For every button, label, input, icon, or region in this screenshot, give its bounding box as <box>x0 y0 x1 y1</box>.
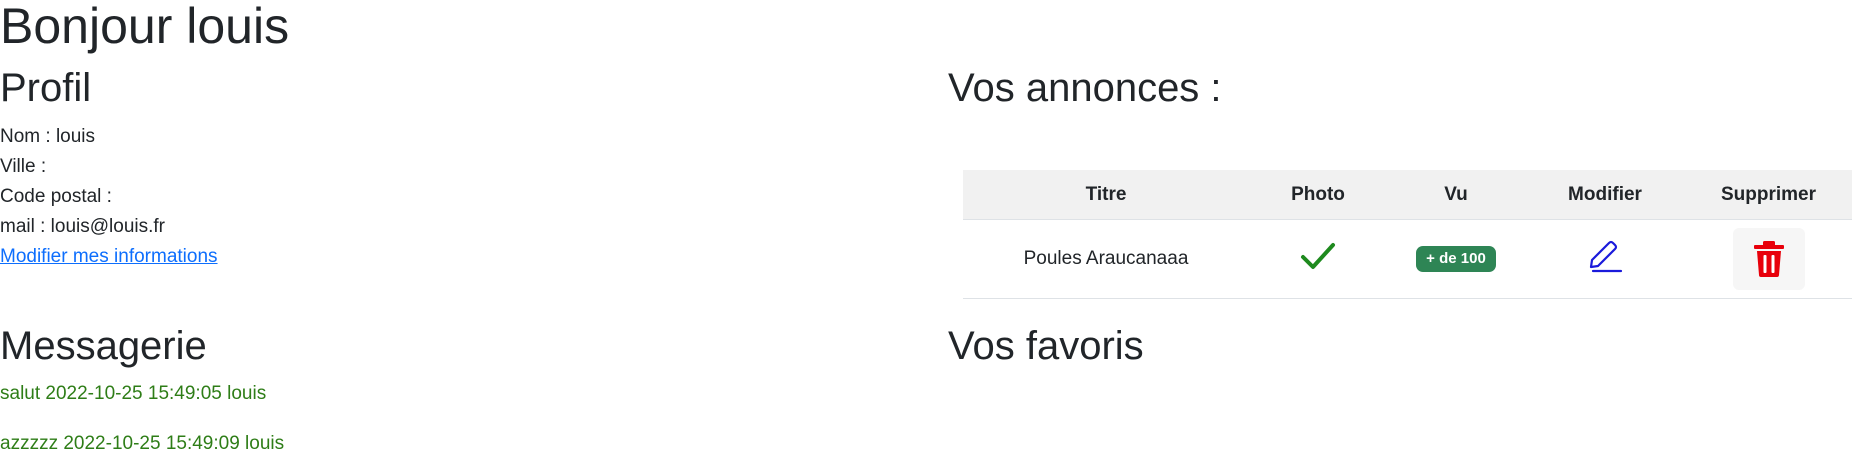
views-badge: + de 100 <box>1416 246 1496 272</box>
annonce-photo-cell <box>1249 219 1387 299</box>
profile-details: Nom : louis Ville : Code postal : mail :… <box>0 122 900 272</box>
annonce-vu-cell: + de 100 <box>1387 219 1525 299</box>
favoris-heading: Vos favoris <box>948 324 1144 368</box>
check-icon <box>1301 243 1335 269</box>
message-item: azzzzz 2022-10-25 15:49:09 louis <box>0 433 285 454</box>
favoris-section: Vos favoris <box>948 322 1144 370</box>
messagerie-section: Messagerie salut 2022-10-25 15:49:05 lou… <box>0 322 284 458</box>
edit-annonce-button[interactable] <box>1587 239 1623 279</box>
page: Bonjour louis Profil Nom : louis Ville :… <box>0 0 1861 472</box>
annonces-heading: Vos annonces : <box>948 66 1222 110</box>
profile-mail: mail : louis@louis.fr <box>0 216 165 237</box>
column-header-supprimer: Supprimer <box>1685 170 1852 220</box>
table-row: Poules Araucanaaa + de 100 <box>963 219 1852 299</box>
greeting-title: Bonjour louis <box>0 0 290 54</box>
message-item: salut 2022-10-25 15:49:05 louis <box>0 383 267 404</box>
profile-heading: Profil <box>0 66 92 110</box>
profile-postal-code: Code postal : <box>0 186 112 207</box>
edit-profile-link[interactable]: Modifier mes informations <box>0 242 218 272</box>
profile-name: Nom : louis <box>0 126 96 147</box>
annonce-modifier-cell <box>1525 219 1685 299</box>
annonces-table: Titre Photo Vu Modifier Supprimer Poules… <box>963 170 1852 299</box>
messagerie-heading: Messagerie <box>0 324 207 368</box>
pencil-icon <box>1589 240 1623 273</box>
column-header-modifier: Modifier <box>1525 170 1685 220</box>
message-list: salut 2022-10-25 15:49:05 louis azzzzz 2… <box>0 380 284 458</box>
column-header-titre: Titre <box>963 170 1249 220</box>
right-column: Vos annonces : Titre Photo Vu Modifier S… <box>948 64 1861 368</box>
trash-icon <box>1753 241 1784 277</box>
delete-annonce-button[interactable] <box>1732 228 1805 290</box>
profile-city: Ville : <box>0 156 47 177</box>
annonce-title: Poules Araucanaaa <box>963 219 1249 299</box>
column-header-photo: Photo <box>1249 170 1387 220</box>
column-header-vu: Vu <box>1387 170 1525 220</box>
table-header-row: Titre Photo Vu Modifier Supprimer <box>963 170 1852 220</box>
left-column: Profil Nom : louis Ville : Code postal :… <box>0 64 900 272</box>
annonce-supprimer-cell <box>1685 219 1852 299</box>
